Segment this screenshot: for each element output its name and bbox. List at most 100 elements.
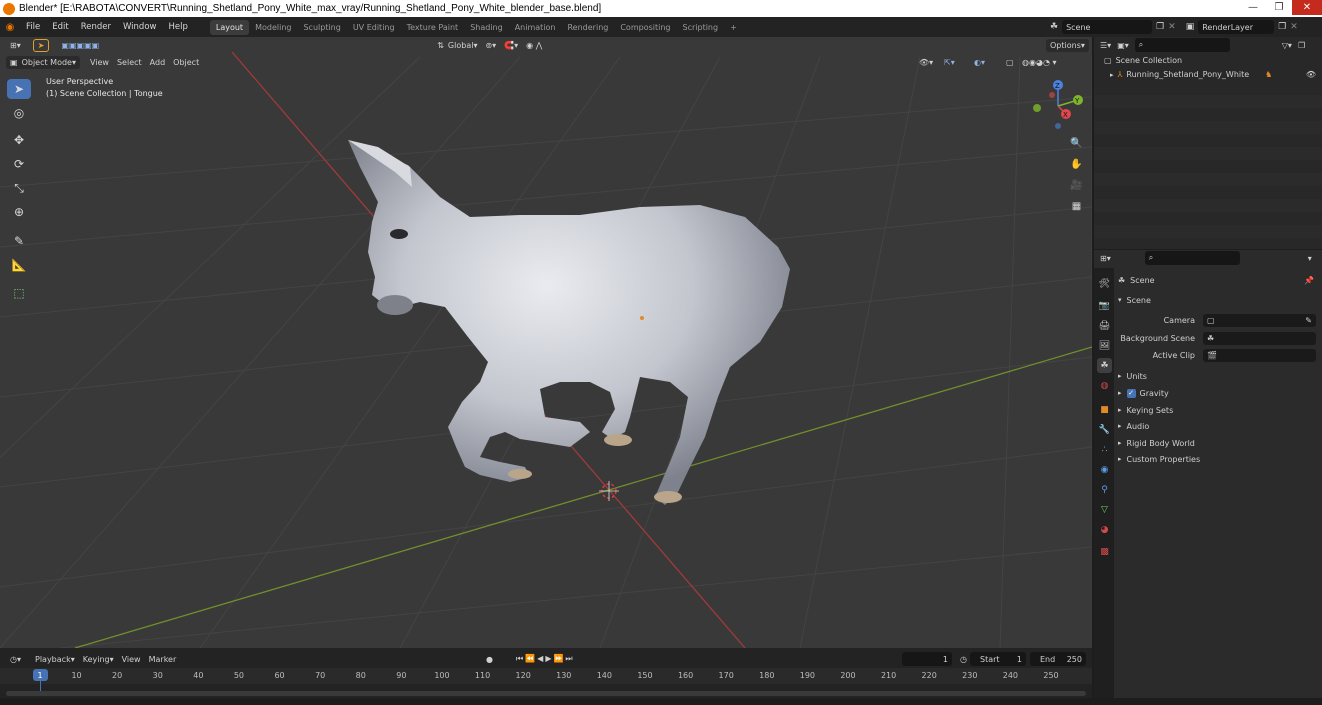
pan-hand-icon[interactable]: ✋ [1068, 156, 1085, 173]
preview-range-icon[interactable]: ◷ [956, 653, 971, 666]
section-keying-sets[interactable]: ▸ Keying Sets [1118, 402, 1318, 418]
outliner-row[interactable]: ▸ ⅄ Running_Shetland_Pony_White ♞ 👁 [1094, 68, 1322, 81]
tab-rendering[interactable]: Rendering [561, 20, 614, 35]
scene-icon[interactable]: ☘ [1050, 22, 1058, 32]
menu-view[interactable]: View [86, 56, 113, 69]
section-custom-properties[interactable]: ▸ Custom Properties [1118, 451, 1318, 467]
tab-scripting[interactable]: Scripting [677, 20, 725, 35]
transform-tool-icon[interactable]: ⊕ [7, 202, 31, 222]
record-icon[interactable]: ● [482, 653, 497, 666]
pivot-icon[interactable]: ⊚▾ [481, 39, 500, 52]
tab-modeling[interactable]: Modeling [249, 20, 297, 35]
properties-search-input[interactable]: ⌕ [1144, 251, 1240, 265]
start-frame-field[interactable]: Start 1 [970, 652, 1026, 666]
constraints-tab-icon[interactable]: ⚲ [1097, 482, 1112, 497]
menu-help[interactable]: Help [162, 22, 193, 32]
rotate-tool-icon[interactable]: ⟳ [7, 154, 31, 174]
outliner-search-input[interactable]: ⌕ [1134, 38, 1230, 52]
outliner-editor-icon[interactable]: ☰▾ [1100, 41, 1111, 50]
overlay-toggle-icon[interactable]: ◐▾ [970, 56, 989, 69]
visibility-eye-icon[interactable]: 👁 [1306, 70, 1316, 79]
properties-editor-icon[interactable]: ⊞▾ [1100, 254, 1111, 263]
modifier-tab-icon[interactable]: 🔧 [1097, 422, 1112, 437]
tab-shading[interactable]: Shading [464, 20, 509, 35]
blender-menu-icon[interactable]: ◉ [0, 22, 20, 33]
zoom-icon[interactable]: 🔍 [1068, 135, 1085, 152]
outliner-root[interactable]: ▢ Scene Collection [1104, 56, 1182, 65]
tab-animation[interactable]: Animation [509, 20, 562, 35]
filter-icon[interactable]: ▽▾ [1282, 41, 1292, 50]
xray-icon[interactable]: ▢ [1002, 56, 1018, 69]
view-layer-icon[interactable]: ▣ [1186, 22, 1195, 32]
tab-sculpting[interactable]: Sculpting [297, 20, 346, 35]
menu-object[interactable]: Object [169, 56, 203, 69]
particles-tab-icon[interactable]: ∴ [1097, 442, 1112, 457]
camera-view-icon[interactable]: 🎥 [1068, 177, 1085, 194]
editor-type-icon[interactable]: ⊞▾ [6, 39, 25, 52]
tool-tab-icon[interactable]: 🛠 [1097, 276, 1112, 291]
view-layer-tab-icon[interactable]: 🖼 [1097, 338, 1112, 353]
transform-orientation[interactable]: ⇅ Global ▾ [433, 39, 481, 52]
add-cube-tool-icon[interactable]: ⬚ [7, 283, 31, 303]
snap-icon[interactable]: 🧲▾ [500, 39, 522, 52]
new-scene-icon[interactable]: ❐ [1156, 22, 1164, 32]
menu-window[interactable]: Window [117, 22, 163, 32]
pin-icon[interactable]: 📌 [1304, 276, 1314, 285]
timeline-editor-icon[interactable]: ◷▾ [6, 653, 25, 666]
tab-layout[interactable]: Layout [209, 19, 250, 35]
playback-menu[interactable]: Playback ▾ [31, 653, 79, 666]
new-collection-icon[interactable]: ❐ [1298, 41, 1305, 50]
properties-options-icon[interactable]: ▾ [1308, 254, 1312, 263]
marker-menu[interactable]: Marker [145, 653, 181, 666]
playback-controls-icons[interactable]: ⏮⏪◀▶⏩⏭ [512, 653, 579, 666]
shading-modes-icon[interactable]: ◍◉◕◔ ▾ [1018, 56, 1060, 69]
ortho-grid-icon[interactable]: ▦ [1068, 198, 1085, 215]
section-audio[interactable]: ▸ Audio [1118, 418, 1318, 434]
menu-render[interactable]: Render [75, 22, 117, 32]
close-button[interactable]: ✕ [1292, 0, 1322, 15]
tab-uv-editing[interactable]: UV Editing [347, 20, 401, 35]
display-mode-icon[interactable]: ▣▾ [1117, 41, 1129, 50]
minimize-button[interactable]: — [1240, 0, 1266, 15]
delete-scene-icon[interactable]: ✕ [1168, 22, 1176, 32]
menu-select[interactable]: Select [113, 56, 146, 69]
navigation-gizmo[interactable]: Z Y X [1028, 76, 1088, 136]
physics-tab-icon[interactable]: ◉ [1097, 462, 1112, 477]
scale-tool-icon[interactable]: ⤡ [7, 178, 31, 198]
end-frame-field[interactable]: End 250 [1030, 652, 1086, 666]
delete-layer-icon[interactable]: ✕ [1290, 22, 1298, 32]
eyedropper-icon[interactable]: ✎ [1305, 316, 1312, 325]
camera-field[interactable]: ▢ ✎ [1203, 314, 1316, 327]
object-tab-icon[interactable]: ■ [1097, 402, 1112, 417]
scene-panel-header[interactable]: ▾ Scene [1118, 292, 1318, 308]
proportional-edit-icon[interactable]: ◉ ⋀ [522, 39, 546, 52]
render-tab-icon[interactable]: 📷 [1097, 298, 1112, 313]
mode-selector[interactable]: ▣ Object Mode ▾ [6, 55, 80, 69]
annotate-tool-icon[interactable]: ✎ [7, 231, 31, 251]
add-workspace-button[interactable]: + [724, 20, 743, 35]
scene-tab-icon[interactable]: ☘ [1097, 358, 1112, 373]
gravity-checkbox[interactable]: ✓ [1126, 388, 1136, 398]
keying-menu[interactable]: Keying ▾ [79, 653, 118, 666]
3d-viewport[interactable] [0, 37, 1092, 648]
tab-compositing[interactable]: Compositing [614, 20, 676, 35]
maximize-button[interactable]: ❐ [1266, 0, 1292, 15]
data-tab-icon[interactable]: ▽ [1097, 502, 1112, 517]
expand-arrow-icon[interactable]: ▸ [1110, 71, 1114, 79]
world-tab-icon[interactable]: ◍ [1097, 378, 1112, 393]
section-units[interactable]: ▸ Units [1118, 368, 1318, 384]
background-scene-field[interactable]: ☘ [1203, 332, 1316, 345]
options-dropdown[interactable]: Options ▾ [1046, 38, 1089, 52]
measure-tool-icon[interactable]: 📐 [7, 255, 31, 275]
section-gravity[interactable]: ▸ ✓ Gravity [1118, 385, 1318, 401]
move-tool-icon[interactable]: ✥ [7, 130, 31, 150]
visibility-icon[interactable]: 👁▾ [915, 56, 937, 69]
new-layer-icon[interactable]: ❐ [1278, 22, 1286, 32]
timeline-scrollbar[interactable] [6, 691, 1086, 696]
selection-mode-icons[interactable]: ▣▣▣▣▣ [57, 39, 103, 52]
section-rigid-body[interactable]: ▸ Rigid Body World [1118, 435, 1318, 451]
output-tab-icon[interactable]: 🖨 [1097, 318, 1112, 333]
texture-tab-icon[interactable]: ▩ [1097, 544, 1112, 559]
active-clip-field[interactable]: 🎬 [1203, 349, 1316, 362]
menu-add[interactable]: Add [146, 56, 170, 69]
